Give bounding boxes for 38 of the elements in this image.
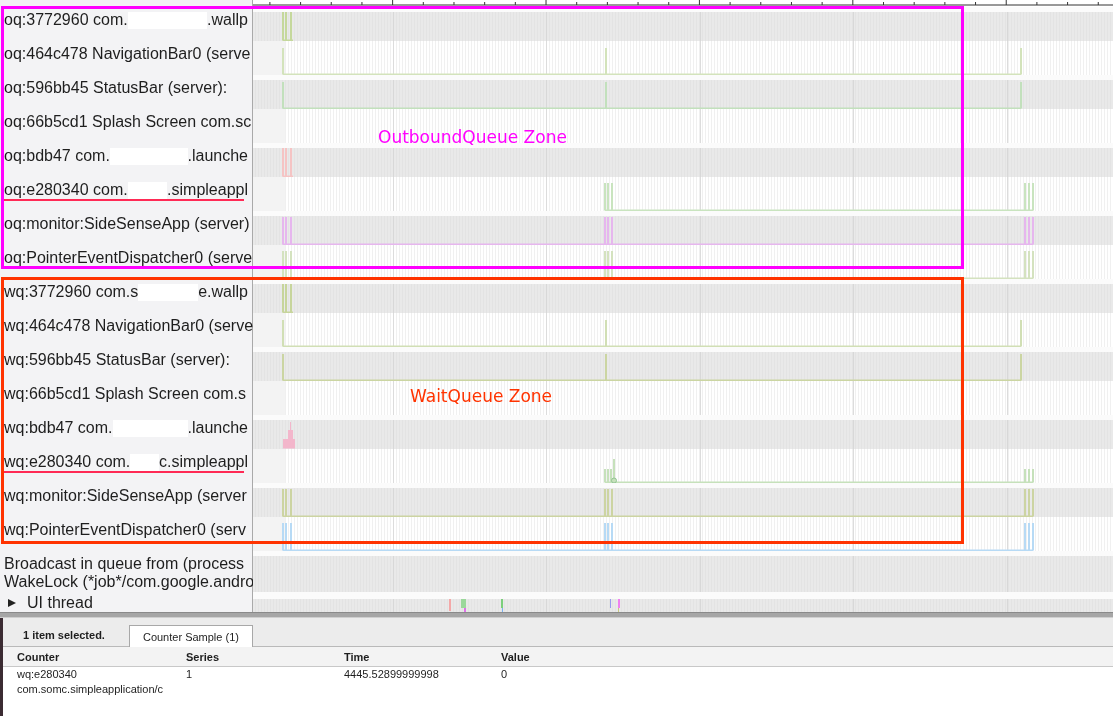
track-label: oq:3772960 com. <box>4 11 128 29</box>
track-label: wq:e280340 com. <box>4 453 131 471</box>
track-label: e.wallp <box>198 283 248 301</box>
table-cell-text: 1 <box>186 667 194 682</box>
track-label: wq:bdb47 com. <box>4 419 113 437</box>
track-label: .launche <box>187 147 248 165</box>
disclosure-triangle-icon[interactable] <box>8 599 16 607</box>
table-cell-text: wq:e280340 com.somc.simpleapplication/c <box>17 667 165 697</box>
column-header: Value <box>501 650 531 663</box>
track-label: oq:464c478 NavigationBar0 (serve <box>4 45 251 63</box>
track-label: wq:PointerEventDispatcher0 (serv <box>4 521 246 539</box>
table-cell-text: 0 <box>501 667 509 682</box>
track-label: wq:66b5cd1 Splash Screen com.s <box>4 385 246 403</box>
track-label: .launche <box>187 419 248 437</box>
track-label: Broadcast in queue from (process <box>4 555 245 573</box>
track-label: wq:3772960 com.s <box>4 283 139 301</box>
thread-label: UI thread <box>27 595 93 611</box>
selection-summary: 1 item selected. <box>23 628 105 641</box>
column-header: Time <box>344 650 371 663</box>
track-label: wq:monitor:SideSenseApp (server <box>4 487 247 505</box>
track-label: WakeLock (*job*/com.google.andro <box>4 573 255 591</box>
column-header: Series <box>186 650 221 663</box>
track-label: oq:e280340 com. <box>4 181 128 199</box>
track-label: oq:monitor:SideSenseApp (server) <box>4 215 250 233</box>
table-cell-text: 4445.52899999998 <box>344 667 440 682</box>
track-label: oq:bdb47 com. <box>4 147 110 165</box>
track-label: oq:66b5cd1 Splash Screen com.sc <box>4 113 252 131</box>
track-label: .wallp <box>207 11 248 29</box>
track-label: .simpleappl <box>167 181 248 199</box>
column-header: Counter <box>17 650 61 663</box>
track-label: wq:464c478 NavigationBar0 (serve <box>4 317 254 335</box>
zone-label: WaitQueue Zone <box>410 386 553 406</box>
zone-label: OutboundQueue Zone <box>378 127 567 147</box>
track-label: oq:596bb45 StatusBar (server): <box>4 79 228 97</box>
track-label: wq:596bb45 StatusBar (server): <box>4 351 230 369</box>
track-label: oq:PointerEventDispatcher0 (serve <box>4 249 253 267</box>
tab[interactable]: Counter Sample (1) <box>128 625 253 647</box>
track-label: c.simpleappl <box>159 453 248 471</box>
